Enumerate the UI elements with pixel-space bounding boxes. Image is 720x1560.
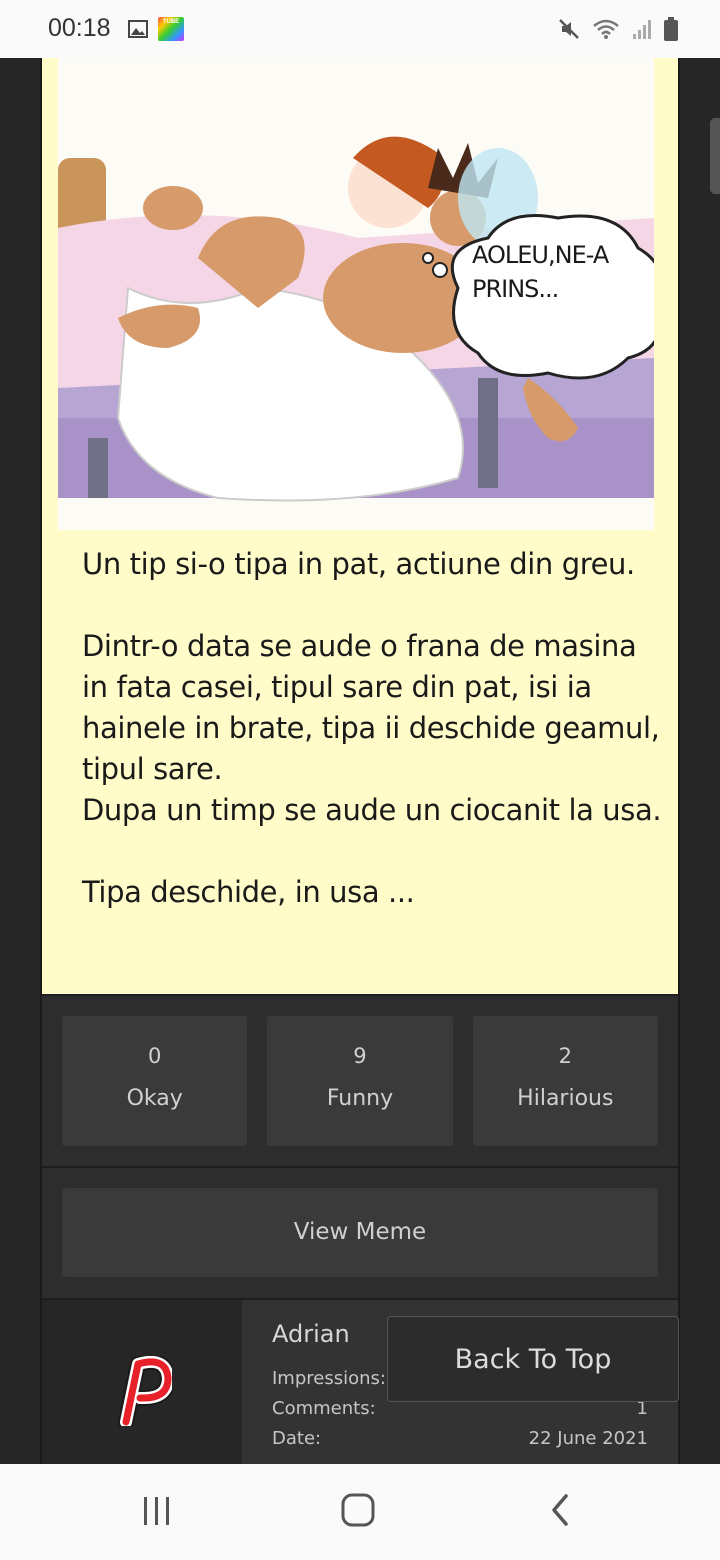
reaction-label: Hilarious (517, 1086, 614, 1111)
system-nav-bar (0, 1464, 720, 1560)
date-value: 22 June 2021 (528, 1428, 648, 1449)
author-name[interactable]: Adrian (272, 1320, 350, 1348)
reaction-funny-button[interactable]: 9 Funny (267, 1016, 453, 1146)
comments-label: Comments: (272, 1398, 376, 1419)
reaction-label: Funny (326, 1086, 394, 1111)
reaction-count: 2 (558, 1044, 572, 1068)
home-icon[interactable] (340, 1492, 376, 1528)
meme-card: AOLEU,NE-A PRINS... Un tip si-o tipa in … (40, 58, 680, 1464)
back-icon[interactable] (546, 1492, 574, 1528)
app-badge-text: TUBE (162, 19, 180, 25)
divider (42, 1166, 678, 1168)
image-icon (128, 20, 148, 38)
app-tube-icon: TUBE (158, 17, 184, 41)
reaction-label: Okay (126, 1086, 183, 1111)
status-time: 00:18 (48, 14, 111, 42)
view-meme-button[interactable]: View Meme (62, 1188, 658, 1277)
status-icons (558, 16, 678, 42)
avatar-column (42, 1300, 242, 1464)
reaction-buttons: 0 Okay 9 Funny 2 Hilarious (62, 1016, 658, 1146)
recent-apps-icon[interactable] (140, 1494, 174, 1528)
battery-icon (664, 17, 678, 41)
meme-image[interactable]: AOLEU,NE-A PRINS... Un tip si-o tipa in … (42, 58, 678, 994)
impressions-label: Impressions: (272, 1368, 386, 1389)
avatar-p-logo-icon[interactable] (116, 1356, 172, 1426)
reaction-okay-button[interactable]: 0 Okay (62, 1016, 248, 1146)
date-row: Date: 22 June 2021 (272, 1428, 648, 1449)
joke-text: Un tip si-o tipa in pat, actiune din gre… (82, 547, 662, 909)
back-to-top-button[interactable]: Back To Top (387, 1316, 679, 1402)
mute-icon (559, 19, 579, 39)
scrollbar[interactable] (710, 118, 720, 194)
meme-cartoon-illustration: AOLEU,NE-A PRINS... (58, 58, 654, 530)
speech-bubble-text: AOLEU,NE-A PRINS... (472, 241, 609, 303)
reaction-count: 0 (147, 1044, 162, 1068)
signal-icon (633, 20, 651, 39)
reaction-hilarious-button[interactable]: 2 Hilarious (472, 1016, 658, 1146)
status-bar: 00:18 TUBE (0, 0, 720, 58)
date-label: Date: (272, 1428, 322, 1449)
page-content[interactable]: AOLEU,NE-A PRINS... Un tip si-o tipa in … (0, 58, 720, 1464)
divider (42, 994, 678, 996)
wifi-icon (593, 19, 619, 39)
reaction-count: 9 (353, 1044, 367, 1068)
